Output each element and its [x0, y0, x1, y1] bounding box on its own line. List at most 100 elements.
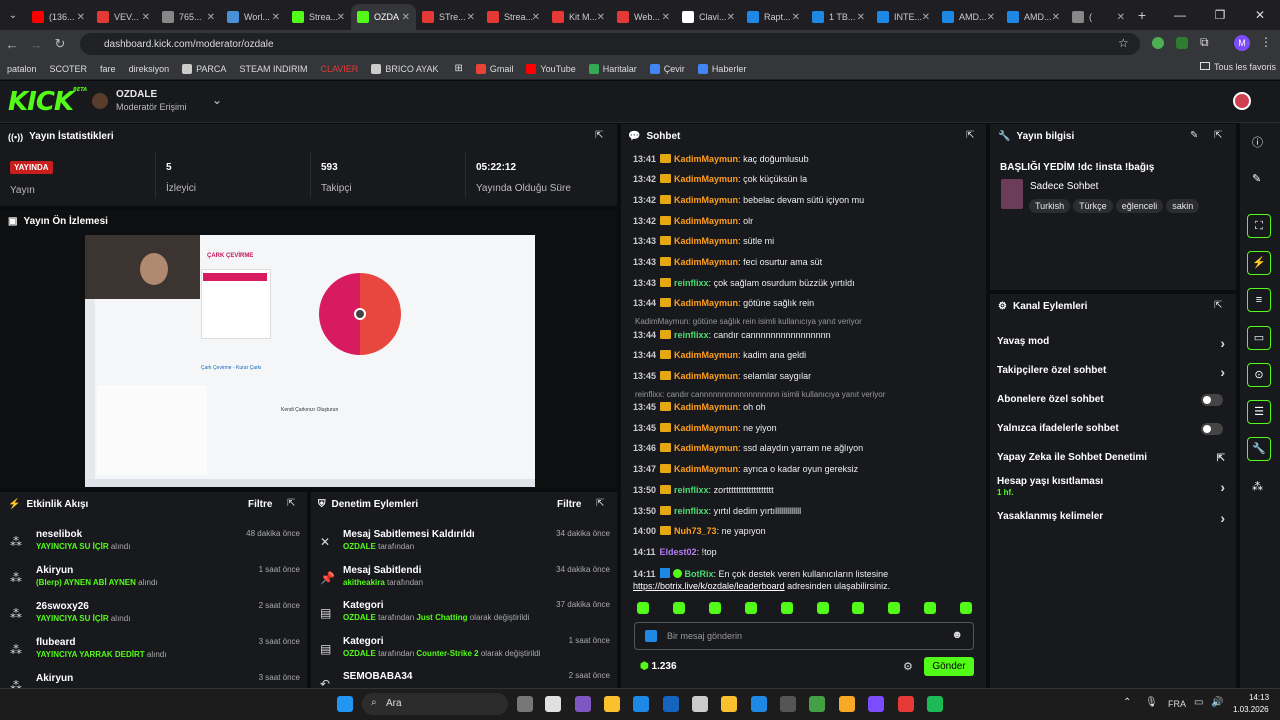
- tab-close-icon[interactable]: ✕: [597, 12, 605, 23]
- activity-filter-button[interactable]: Filtre: [248, 499, 272, 510]
- browser-tab[interactable]: VEV... ✕: [91, 4, 156, 30]
- bookmark-item[interactable]: SCOTER: [50, 64, 88, 74]
- chat-username[interactable]: KadimMaymun: [674, 154, 738, 164]
- moderation-actor[interactable]: akitheakira: [343, 578, 385, 587]
- kick-logo[interactable]: KICKBETA: [8, 87, 87, 117]
- tab-close-icon[interactable]: ✕: [857, 12, 865, 23]
- steam-icon[interactable]: [751, 696, 767, 712]
- nodes-icon[interactable]: ⁂: [1252, 480, 1263, 493]
- tab-close-icon[interactable]: ✕: [922, 12, 930, 23]
- emote-icon[interactable]: [708, 602, 721, 614]
- chat-username[interactable]: reinflixx: [674, 485, 709, 495]
- chat-username[interactable]: reinflixx: [674, 330, 709, 340]
- tag-chip[interactable]: Türkçe: [1073, 199, 1113, 213]
- popout-icon[interactable]: ⇱: [596, 498, 604, 509]
- channel-setting-row[interactable]: Yasaklanmış kelimeler ›: [997, 510, 1229, 531]
- browser-tab[interactable]: Strea... ✕: [481, 4, 546, 30]
- channel-setting-row[interactable]: Takipçilere özel sohbet ›: [997, 364, 1229, 385]
- emote-icon[interactable]: [924, 602, 937, 614]
- points-balance[interactable]: ⬢ 1.236: [640, 661, 677, 672]
- chat-username[interactable]: KadimMaymun: [674, 298, 738, 308]
- tab-close-icon[interactable]: ✕: [402, 12, 410, 23]
- fullscreen-icon[interactable]: ⛶: [1247, 214, 1271, 238]
- clock-date[interactable]: 1.03.2026: [1233, 705, 1269, 714]
- tag-chip[interactable]: eğlenceli: [1115, 199, 1164, 213]
- tab-close-icon[interactable]: ✕: [272, 12, 280, 23]
- bookmark-item[interactable]: STEAM INDIRIM: [239, 64, 307, 74]
- bookmark-item[interactable]: fare: [100, 64, 116, 74]
- emote-icon[interactable]: [780, 602, 793, 614]
- tab-close-icon[interactable]: ✕: [1117, 12, 1125, 23]
- toggle-switch[interactable]: [1201, 394, 1223, 406]
- chat-username[interactable]: KadimMaymun: [674, 195, 738, 205]
- broadcast-icon[interactable]: ⊙: [1247, 363, 1271, 387]
- channel-setting-row[interactable]: Hesap yaşı kısıtlaması 1 hf. ›: [997, 476, 1229, 497]
- browser-tab[interactable]: Web... ✕: [611, 4, 676, 30]
- tab-close-icon[interactable]: ✕: [207, 12, 215, 23]
- tab-close-icon[interactable]: ✕: [142, 12, 150, 23]
- emote-icon[interactable]: [672, 602, 685, 614]
- copilot-icon[interactable]: [575, 696, 591, 712]
- browser-tab[interactable]: Strea... ✕: [286, 4, 351, 30]
- new-tab-button[interactable]: +: [1131, 7, 1153, 23]
- chat-username[interactable]: KadimMaymun: [674, 423, 738, 433]
- tag-chip[interactable]: sakin: [1166, 199, 1200, 213]
- unity-icon[interactable]: [692, 696, 708, 712]
- reload-icon[interactable]: ↻: [48, 36, 72, 52]
- popout-icon[interactable]: ⇱: [1214, 300, 1222, 311]
- popout-icon[interactable]: ⇱: [966, 130, 974, 141]
- display-icon[interactable]: ▭: [1194, 697, 1203, 708]
- chat-username[interactable]: BotRix: [685, 569, 714, 579]
- edit-icon[interactable]: ✎: [1190, 130, 1198, 141]
- tray-chevron-icon[interactable]: ⌃: [1123, 697, 1131, 708]
- chat-username[interactable]: Eldest02: [660, 547, 697, 557]
- shield-icon[interactable]: [1176, 37, 1188, 49]
- profile-avatar[interactable]: M: [1234, 35, 1250, 51]
- user-avatar[interactable]: [1233, 92, 1251, 110]
- tab-close-icon[interactable]: ✕: [337, 12, 345, 23]
- stream-preview[interactable]: ÇARK ÇEVİRME Çark Çevirme - Kurar Çarkı …: [85, 235, 535, 487]
- menu-icon[interactable]: ⋮: [1260, 35, 1272, 49]
- channel-setting-row[interactable]: Yalnızca ifadelerle sohbet: [997, 423, 1229, 443]
- tab-close-icon[interactable]: ✕: [467, 12, 475, 23]
- moderation-actor[interactable]: OZDALE: [343, 613, 376, 622]
- stack-icon[interactable]: ☰: [1247, 400, 1271, 424]
- tool-icon[interactable]: 🔧: [1247, 437, 1271, 461]
- popout-icon[interactable]: ⇱: [1214, 130, 1222, 141]
- bookmark-item[interactable]: Haritalar: [588, 63, 637, 74]
- close-icon[interactable]: ✕: [1240, 8, 1280, 22]
- chat-username[interactable]: KadimMaymun: [674, 257, 738, 267]
- bookmark-item[interactable]: Çevir: [649, 63, 685, 74]
- chat-username[interactable]: KadimMaymun: [674, 371, 738, 381]
- browser-tab[interactable]: Kit M... ✕: [546, 4, 611, 30]
- back-icon[interactable]: ←: [0, 37, 24, 52]
- tag-chip[interactable]: Turkish: [1029, 199, 1071, 213]
- chat-username[interactable]: KadimMaymun: [674, 236, 738, 246]
- chat-username[interactable]: KadimMaymun: [674, 350, 738, 360]
- apps-grid-icon[interactable]: ⊞: [455, 63, 463, 74]
- moderation-filter-button[interactable]: Filtre: [557, 499, 581, 510]
- channel-name[interactable]: OZDALE: [116, 89, 157, 100]
- tab-close-icon[interactable]: ✕: [532, 12, 540, 23]
- activity-user[interactable]: Akiryun: [36, 673, 73, 684]
- store-icon[interactable]: [545, 696, 561, 712]
- bookmark-item[interactable]: CLAVIER: [320, 64, 358, 74]
- moderation-actor[interactable]: OZDALE: [343, 542, 376, 551]
- chat-input[interactable]: Bir mesaj gönderin ☻: [634, 622, 974, 650]
- bookmark-item[interactable]: patalon: [7, 64, 37, 74]
- tab-close-icon[interactable]: ✕: [727, 12, 735, 23]
- chat-link[interactable]: https://botrix.live/k/ozdale/leaderboard: [633, 581, 785, 591]
- moderation-actor[interactable]: OZDALE: [343, 649, 376, 658]
- settings-icon[interactable]: ⚙: [903, 660, 913, 673]
- grid-app-icon[interactable]: [868, 696, 884, 712]
- volume-icon[interactable]: 🔊: [1211, 697, 1223, 708]
- bookmark-item[interactable]: direksiyon: [129, 64, 170, 74]
- all-bookmarks[interactable]: Tous les favoris: [1200, 62, 1276, 72]
- file-explorer-icon[interactable]: [604, 696, 620, 712]
- lightning-icon[interactable]: ⚡: [1247, 251, 1271, 275]
- tab-search-button[interactable]: ⌄: [0, 10, 26, 21]
- browser-tab[interactable]: OZDA ✕: [351, 4, 416, 30]
- bookmark-item[interactable]: Haberler: [697, 63, 746, 74]
- emoji-icon[interactable]: ☻: [951, 629, 963, 641]
- app-icon[interactable]: [839, 696, 855, 712]
